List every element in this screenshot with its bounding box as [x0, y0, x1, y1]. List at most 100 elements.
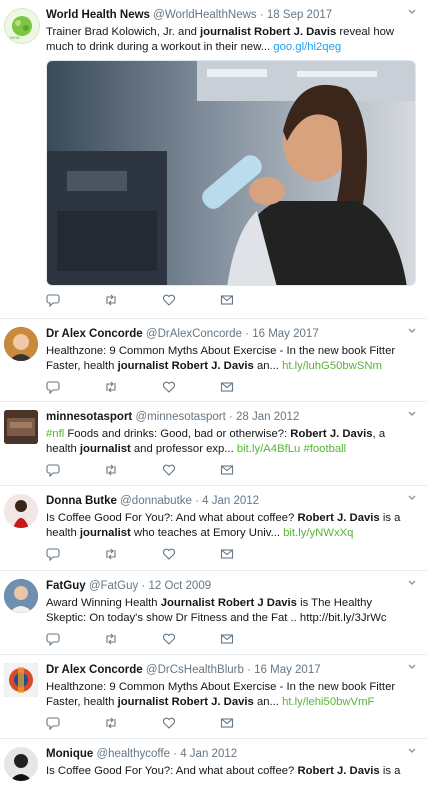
tweet-actions	[46, 625, 417, 653]
display-name[interactable]: Dr Alex Concorde	[46, 664, 143, 676]
handle[interactable]: @donnabutke	[120, 495, 192, 507]
text-segment: Award Winning Health	[46, 597, 161, 609]
like-button[interactable]	[162, 715, 220, 731]
reply-button[interactable]	[46, 715, 104, 731]
handle[interactable]: @WorldHealthNews	[153, 9, 257, 21]
tweet[interactable]: Donna Butke @donnabutke · 4 Jan 2012 Is …	[0, 486, 427, 571]
avatar[interactable]	[4, 410, 38, 444]
retweet-icon	[106, 633, 116, 645]
retweet-button[interactable]	[104, 379, 162, 395]
chevron-down-icon[interactable]	[407, 662, 417, 672]
text-segment: is a	[379, 765, 401, 777]
timestamp[interactable]: 4 Jan 2012	[202, 495, 259, 507]
avatar[interactable]	[4, 494, 38, 528]
timestamp[interactable]: 12 Oct 2009	[148, 580, 211, 592]
highlight: journalist Robert J. Davis	[200, 26, 337, 38]
chevron-down-icon[interactable]	[407, 746, 417, 756]
like-button[interactable]	[162, 379, 220, 395]
tweet[interactable]: minnesotasport @minnesotasport · 28 Jan …	[0, 402, 427, 486]
mail-icon	[220, 549, 234, 559]
avatar[interactable]	[4, 663, 38, 697]
reply-icon	[46, 381, 60, 394]
like-icon	[162, 381, 176, 393]
chevron-down-icon[interactable]	[407, 493, 417, 503]
timestamp[interactable]: 18 Sep 2017	[267, 9, 332, 21]
retweet-button[interactable]	[104, 631, 162, 647]
avatar[interactable]: WHN	[4, 8, 40, 44]
chevron-down-icon[interactable]	[407, 409, 417, 419]
dm-button[interactable]	[220, 715, 278, 731]
like-button[interactable]	[162, 546, 220, 562]
chevron-down-icon[interactable]	[407, 7, 417, 17]
reply-button[interactable]	[46, 292, 104, 308]
dm-button[interactable]	[220, 379, 278, 395]
dm-button[interactable]	[220, 462, 278, 478]
dm-button[interactable]	[220, 631, 278, 647]
tweet-link[interactable]: goo.gl/hi2qeg	[273, 41, 341, 53]
tweet-media[interactable]	[46, 60, 416, 286]
avatar[interactable]	[4, 327, 38, 361]
tweet-text: Healthzone: 9 Common Myths About Exercis…	[46, 680, 417, 709]
tweet[interactable]: FatGuy @FatGuy · 12 Oct 2009 Award Winni…	[0, 571, 427, 655]
retweet-icon	[106, 464, 116, 476]
display-name[interactable]: minnesotasport	[46, 411, 132, 423]
like-icon	[162, 548, 176, 560]
chevron-down-icon[interactable]	[407, 578, 417, 588]
timestamp[interactable]: 16 May 2017	[252, 328, 319, 340]
retweet-button[interactable]	[104, 292, 162, 308]
retweet-button[interactable]	[104, 715, 162, 731]
tweet[interactable]: Monique @healthycoffe · 4 Jan 2012 Is Co…	[0, 739, 427, 799]
reply-button[interactable]	[46, 631, 104, 647]
retweet-button[interactable]	[104, 462, 162, 478]
tweet-header: FatGuy @FatGuy · 12 Oct 2009	[46, 579, 417, 593]
timestamp[interactable]: 16 May 2017	[254, 664, 321, 676]
reply-button[interactable]	[46, 462, 104, 478]
tweet[interactable]: Dr Alex Concorde @DrAlexConcorde · 16 Ma…	[0, 319, 427, 402]
display-name[interactable]: World Health News	[46, 9, 150, 21]
text-segment: an...	[253, 695, 283, 708]
tweet-link[interactable]: bit.ly/A4BfLu	[237, 443, 300, 455]
handle[interactable]: @minnesotasport	[135, 411, 225, 423]
tweet-actions	[46, 540, 417, 568]
avatar[interactable]	[4, 579, 38, 613]
reply-button[interactable]	[46, 546, 104, 562]
retweet-button[interactable]	[104, 546, 162, 562]
chevron-down-icon[interactable]	[407, 326, 417, 336]
reply-button[interactable]	[46, 379, 104, 395]
tweet-text: Is Coffee Good For You?: And what about …	[46, 511, 417, 540]
display-name[interactable]: Donna Butke	[46, 495, 117, 507]
text-segment: and professor exp...	[130, 442, 237, 455]
retweet-icon	[106, 717, 116, 729]
hashtag[interactable]: #football	[303, 443, 346, 455]
tweet-actions	[46, 373, 417, 401]
like-button[interactable]	[162, 292, 220, 308]
avatar[interactable]	[4, 747, 38, 781]
tweet-link[interactable]: bit.ly/yNWxXq	[283, 527, 353, 539]
tweet[interactable]: WHN World Health News @WorldHealthNews ·…	[0, 0, 427, 319]
hashtag[interactable]: #nfl	[46, 428, 64, 440]
like-icon	[162, 464, 176, 476]
display-name[interactable]: FatGuy	[46, 580, 86, 592]
like-button[interactable]	[162, 462, 220, 478]
separator: ·	[173, 748, 178, 760]
dm-button[interactable]	[220, 292, 278, 308]
display-name[interactable]: Dr Alex Concorde	[46, 328, 143, 340]
timestamp[interactable]: 4 Jan 2012	[180, 748, 237, 760]
reply-icon	[46, 633, 60, 646]
handle[interactable]: @healthycoffe	[96, 748, 169, 760]
user-photo	[4, 579, 38, 613]
handle[interactable]: @FatGuy	[89, 580, 138, 592]
tweet-actions	[46, 709, 417, 737]
dm-button[interactable]	[220, 546, 278, 562]
svg-text:WHN: WHN	[10, 35, 20, 40]
text-segment: who teaches at Emory Univ...	[130, 526, 284, 539]
user-photo	[4, 410, 38, 444]
tweet[interactable]: Dr Alex Concorde @DrCsHealthBlurb · 16 M…	[0, 655, 427, 739]
tweet-link[interactable]: ht.ly/luhG50bwSNm	[282, 360, 382, 372]
tweet-link[interactable]: ht.ly/lehi50bwVmF	[282, 696, 374, 708]
timestamp[interactable]: 28 Jan 2012	[236, 411, 299, 423]
display-name[interactable]: Monique	[46, 748, 93, 760]
handle[interactable]: @DrAlexConcorde	[146, 328, 242, 340]
like-button[interactable]	[162, 631, 220, 647]
handle[interactable]: @DrCsHealthBlurb	[146, 664, 244, 676]
